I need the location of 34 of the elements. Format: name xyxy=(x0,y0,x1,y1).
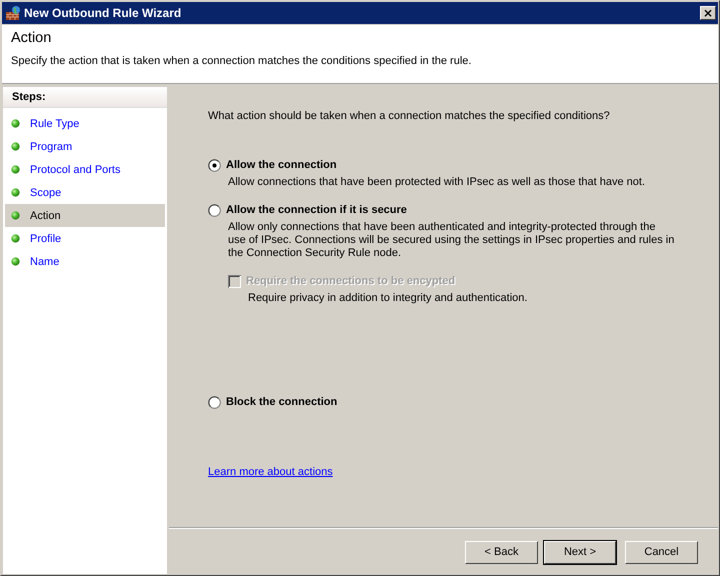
radio-button[interactable] xyxy=(208,158,221,172)
option-description: Allow only connections that have been authenticated and integrity-protected through the use of IPsec. Connections will be secured using the settings in IPsec properties and rules in the Connection Security Rule node. xyxy=(228,221,676,260)
step-item[interactable]: Name xyxy=(5,250,165,273)
wizard-button[interactable]: Cancel xyxy=(625,540,698,564)
steps-heading: Steps: xyxy=(3,87,167,108)
radio-label[interactable]: Allow the connection if it is secure xyxy=(226,204,407,216)
page-title: Action xyxy=(11,30,52,46)
status-dot-icon xyxy=(11,119,20,128)
option-description: Require privacy in addition to integrity and authentication. xyxy=(248,292,528,305)
radio-label[interactable]: Allow the connection xyxy=(226,159,337,171)
step-item[interactable]: Protocol and Ports xyxy=(5,158,165,181)
step-item[interactable]: Action xyxy=(5,204,165,227)
option-description: Allow connections that have been protected with IPsec as well as those that have not. xyxy=(228,176,646,189)
status-dot-icon xyxy=(11,165,20,174)
step-item[interactable]: Scope xyxy=(5,181,165,204)
radio-button[interactable] xyxy=(208,396,221,408)
status-dot-icon xyxy=(11,142,20,151)
status-dot-icon xyxy=(11,211,20,220)
step-item[interactable]: Profile xyxy=(5,227,165,250)
status-dot-icon xyxy=(11,257,20,266)
close-button[interactable]: × xyxy=(700,6,716,20)
step-item[interactable]: Program xyxy=(5,135,165,158)
brick-wall-globe-icon xyxy=(5,5,21,21)
wizard-button[interactable]: Next > xyxy=(544,540,616,564)
radio-button[interactable] xyxy=(208,204,221,216)
step-item[interactable]: Rule Type xyxy=(5,112,165,135)
status-dot-icon xyxy=(11,188,20,197)
window-title: New Outbound Rule Wizard xyxy=(24,6,182,20)
status-dot-icon xyxy=(11,234,20,243)
page-subtitle: Specify the action that is taken when a connection matches the conditions specified in the rule. xyxy=(11,55,472,67)
radio-label[interactable]: Block the connection xyxy=(226,396,338,408)
question-text: What action should be taken when a connection matches the specified conditions? xyxy=(208,110,611,122)
learn-more-link[interactable]: Learn more about actions xyxy=(208,466,333,478)
wizard-button[interactable]: < Back xyxy=(465,540,538,564)
